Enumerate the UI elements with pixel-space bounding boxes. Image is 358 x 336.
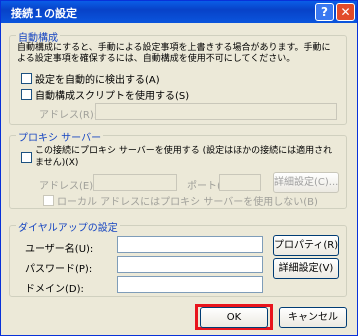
proxy-legend: プロキシ サーバー — [16, 129, 104, 144]
proxy-address-label: アドレス(E): — [39, 181, 97, 192]
proxy-address-input[interactable] — [93, 174, 177, 191]
bypass-local-label[interactable]: ローカル アドレスにはプロキシ サーバーを使用しない(B) — [57, 193, 318, 208]
auto-script-label[interactable]: 自動構成スクリプトを使用する(S) — [35, 87, 189, 102]
auto-config-description: 自動構成にすると、手動による設定事項を上書きする場合があります。手動による設定事… — [17, 43, 331, 64]
auto-script-checkbox[interactable] — [21, 89, 32, 100]
password-label: パスワード(P): — [25, 264, 93, 275]
bypass-local-checkbox[interactable] — [43, 195, 54, 206]
ok-button[interactable]: OK — [200, 307, 268, 328]
auto-address-input[interactable] — [95, 103, 337, 120]
properties-button[interactable]: プロパティ(R) — [273, 235, 339, 256]
connection-settings-dialog: 接続１の設定 ? ✕ 自動構成 自動構成にすると、手動による設定事項を上書きする… — [0, 0, 358, 336]
proxy-advanced-button[interactable]: 詳細設定(C)... — [273, 172, 339, 193]
use-proxy-checkbox[interactable] — [21, 152, 32, 163]
auto-config-legend: 自動構成 — [16, 29, 60, 44]
title-bar: 接続１の設定 ? ✕ — [1, 1, 357, 23]
auto-detect-checkbox[interactable] — [21, 73, 32, 84]
dialup-advanced-button[interactable]: 詳細設定(V) — [273, 258, 339, 279]
help-button[interactable]: ? — [315, 3, 334, 21]
password-input[interactable] — [117, 256, 263, 273]
auto-address-label: アドレス(R): — [39, 110, 98, 121]
domain-input[interactable] — [117, 276, 263, 293]
auto-detect-label[interactable]: 設定を自動的に検出する(A) — [35, 71, 160, 86]
close-button[interactable]: ✕ — [336, 3, 355, 21]
cancel-button[interactable]: キャンセル — [279, 307, 347, 328]
window-title: 接続１の設定 — [11, 7, 77, 20]
dialup-legend: ダイヤルアップの設定 — [16, 219, 120, 234]
user-name-label: ユーザー名(U): — [25, 244, 94, 255]
use-proxy-label[interactable]: この接続にプロキシ サーバーを使用する (設定はほかの接続には適用されません)(… — [35, 145, 341, 169]
domain-label: ドメイン(D): — [25, 284, 84, 295]
user-name-input[interactable] — [117, 236, 263, 253]
proxy-port-input[interactable] — [219, 174, 261, 191]
